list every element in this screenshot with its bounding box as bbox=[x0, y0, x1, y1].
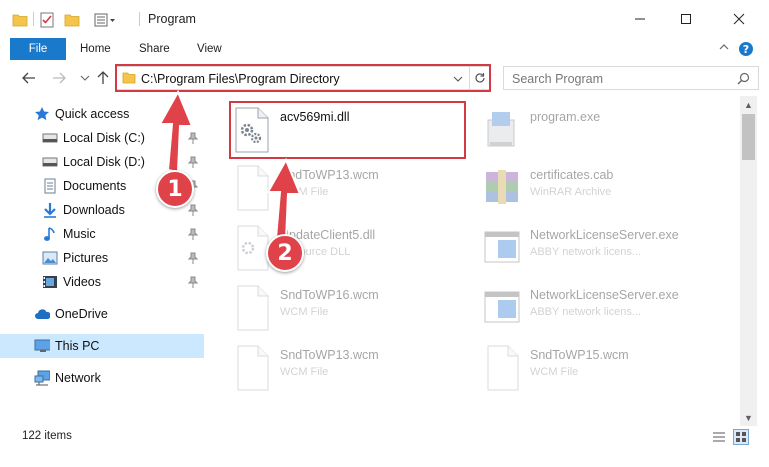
arrow-up-icon bbox=[158, 89, 194, 174]
step-badge-2: 2 bbox=[266, 234, 304, 272]
step-badge-1: 1 bbox=[156, 170, 194, 208]
arrow-up-icon bbox=[266, 157, 302, 242]
annotation-arrows bbox=[158, 89, 302, 242]
